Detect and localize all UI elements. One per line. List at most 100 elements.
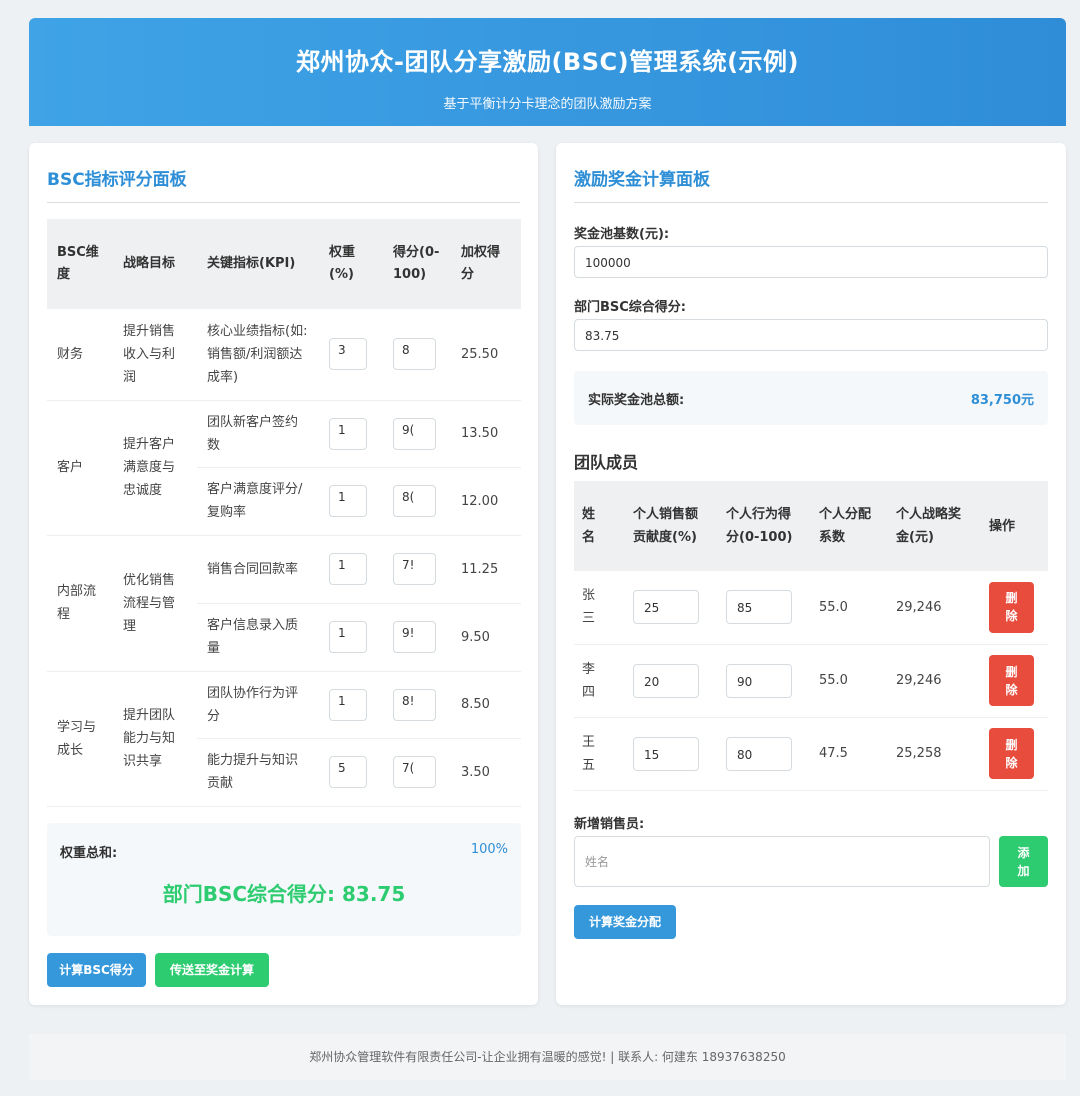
dimension-cell: 学习与成长 bbox=[47, 671, 113, 807]
col-action: 操作 bbox=[981, 481, 1048, 571]
weighted-cell: 9.50 bbox=[451, 603, 521, 672]
col-score: 得分(0-100) bbox=[383, 219, 451, 309]
weight-input[interactable]: 1 bbox=[329, 688, 367, 721]
weight-input[interactable]: 1 bbox=[329, 485, 367, 517]
col-weight: 权重(%) bbox=[319, 219, 383, 309]
weighted-cell: 12.00 bbox=[451, 467, 521, 536]
bonus-cell: 25,258 bbox=[888, 717, 981, 791]
score-input[interactable]: 9( bbox=[393, 417, 436, 450]
dept-score-input[interactable]: 83.75 bbox=[574, 319, 1048, 351]
page-subtitle: 基于平衡计分卡理念的团队激励方案 bbox=[443, 97, 652, 112]
weighted-cell: 25.50 bbox=[451, 309, 521, 401]
table-row: 李四 20 90 55.0 29,246 删除 bbox=[574, 644, 1048, 718]
team-section-title: 团队成员 bbox=[574, 453, 639, 472]
col-dimension: BSC维度 bbox=[47, 219, 113, 309]
delete-button[interactable]: 删除 bbox=[989, 581, 1034, 633]
pool-base-label: 奖金池基数(元): bbox=[574, 227, 670, 242]
kpi-cell: 销售合同回款率 bbox=[197, 535, 319, 604]
actual-pool-label: 实际奖金池总额: bbox=[588, 393, 685, 408]
team-table-header: 姓名 个人销售额贡献度(%) 个人行为得分(0-100) 个人分配系数 个人战略… bbox=[574, 481, 1048, 571]
col-kpi: 关键指标(KPI) bbox=[197, 219, 319, 309]
coef-cell: 55.0 bbox=[811, 644, 888, 718]
bsc-table: BSC维度 战略目标 关键指标(KPI) 权重(%) 得分(0-100) 加权得… bbox=[47, 219, 521, 807]
score-input[interactable]: 7! bbox=[393, 553, 436, 585]
dept-score-display: 部门BSC综合得分: 83.75 bbox=[162, 882, 406, 906]
actual-pool-box: 实际奖金池总额: 83,750元 bbox=[574, 371, 1048, 425]
weight-sum-label: 权重总和: bbox=[60, 846, 118, 861]
contribution-input[interactable]: 15 bbox=[633, 736, 699, 771]
score-input[interactable]: 8( bbox=[393, 485, 436, 517]
table-row: 财务 提升销售收入与利润 核心业绩指标(如:销售额/利润额达成率) 3 8 25… bbox=[47, 309, 521, 401]
col-contribution: 个人销售额贡献度(%) bbox=[625, 481, 718, 571]
bonus-panel: 激励奖金计算面板 奖金池基数(元): 100000 部门BSC综合得分: 83.… bbox=[556, 143, 1066, 1005]
bsc-panel-title: BSC指标评分面板 bbox=[47, 143, 520, 203]
bonus-cell: 29,246 bbox=[888, 644, 981, 718]
kpi-cell: 客户信息录入质量 bbox=[197, 603, 319, 672]
calc-bsc-button[interactable]: 计算BSC得分 bbox=[47, 953, 146, 987]
member-name: 王五 bbox=[582, 734, 596, 773]
score-input[interactable]: 8 bbox=[393, 338, 436, 371]
delete-button[interactable]: 删除 bbox=[989, 655, 1034, 706]
add-member-button[interactable]: 添加 bbox=[999, 836, 1048, 887]
kpi-cell: 团队协作行为评分 bbox=[197, 671, 319, 739]
weight-input[interactable]: 1 bbox=[329, 621, 367, 653]
table-row: 内部流程 优化销售流程与管理 销售合同回款率 1 7! 11.25 bbox=[47, 535, 521, 672]
calc-bonus-button[interactable]: 计算奖金分配 bbox=[574, 905, 676, 939]
kpi-cell: 能力提升与知识贡献 bbox=[197, 738, 319, 807]
weighted-cell: 11.25 bbox=[451, 535, 521, 604]
col-coef: 个人分配系数 bbox=[811, 481, 888, 571]
weighted-cell: 3.50 bbox=[451, 738, 521, 807]
contribution-input[interactable]: 20 bbox=[633, 663, 699, 698]
goal-cell: 提升团队能力与知识共享 bbox=[113, 671, 197, 807]
dimension-cell: 内部流程 bbox=[47, 535, 113, 672]
send-to-bonus-button[interactable]: 传送至奖金计算 bbox=[155, 953, 269, 987]
footer: 郑州协众管理软件有限责任公司-让企业拥有温暖的感觉! | 联系人: 何建东 18… bbox=[29, 1034, 1066, 1080]
score-input[interactable]: 7( bbox=[393, 756, 436, 788]
member-name: 李四 bbox=[582, 661, 596, 700]
weighted-cell: 8.50 bbox=[451, 671, 521, 739]
weight-sum-value: 100% bbox=[470, 842, 508, 857]
score-input[interactable]: 8! bbox=[393, 688, 436, 721]
bsc-table-header: BSC维度 战略目标 关键指标(KPI) 权重(%) 得分(0-100) 加权得… bbox=[47, 219, 521, 309]
kpi-cell: 团队新客户签约数 bbox=[197, 400, 319, 468]
kpi-cell: 核心业绩指标(如:销售额/利润额达成率) bbox=[197, 309, 319, 401]
weight-input[interactable]: 5 bbox=[329, 756, 367, 788]
weight-input[interactable]: 3 bbox=[329, 338, 367, 371]
actual-pool-value: 83,750元 bbox=[970, 393, 1034, 408]
table-row: 学习与成长 提升团队能力与知识共享 团队协作行为评分 1 8! 8.50 bbox=[47, 671, 521, 807]
col-weighted: 加权得分 bbox=[451, 219, 521, 309]
goal-cell: 提升客户满意度与忠诚度 bbox=[113, 400, 197, 536]
bonus-panel-title: 激励奖金计算面板 bbox=[574, 143, 1048, 203]
coef-cell: 55.0 bbox=[811, 571, 888, 645]
dimension-cell: 客户 bbox=[47, 400, 113, 536]
score-input[interactable]: 9! bbox=[393, 621, 436, 653]
coef-cell: 47.5 bbox=[811, 717, 888, 791]
behavior-input[interactable]: 85 bbox=[726, 590, 792, 625]
bsc-panel: BSC指标评分面板 BSC维度 战略目标 关键指标(KPI) 权重(%) 得分(… bbox=[29, 143, 538, 1005]
col-name: 姓名 bbox=[574, 481, 625, 571]
new-member-label: 新增销售员: bbox=[574, 817, 645, 832]
goal-cell: 优化销售流程与管理 bbox=[113, 535, 197, 672]
team-table: 姓名 个人销售额贡献度(%) 个人行为得分(0-100) 个人分配系数 个人战略… bbox=[574, 481, 1048, 791]
goal-cell: 提升销售收入与利润 bbox=[113, 309, 197, 401]
table-row: 客户 提升客户满意度与忠诚度 团队新客户签约数 1 9( 13.50 bbox=[47, 400, 521, 536]
new-member-name-input[interactable]: 姓名 bbox=[574, 836, 990, 887]
weight-input[interactable]: 1 bbox=[329, 553, 367, 585]
weight-input[interactable]: 1 bbox=[329, 417, 367, 450]
table-row: 张三 25 85 55.0 29,246 删除 bbox=[574, 571, 1048, 645]
dimension-cell: 财务 bbox=[47, 309, 113, 401]
member-name: 张三 bbox=[582, 588, 596, 627]
bsc-summary: 权重总和: 100% 部门BSC综合得分: 83.75 bbox=[47, 823, 521, 936]
page-title: 郑州协众-团队分享激励(BSC)管理系统(示例) bbox=[295, 48, 800, 76]
bonus-cell: 29,246 bbox=[888, 571, 981, 645]
col-goal: 战略目标 bbox=[113, 219, 197, 309]
contribution-input[interactable]: 25 bbox=[633, 590, 699, 625]
delete-button[interactable]: 删除 bbox=[989, 728, 1034, 779]
behavior-input[interactable]: 80 bbox=[726, 736, 792, 771]
app-header: 郑州协众-团队分享激励(BSC)管理系统(示例) 基于平衡计分卡理念的团队激励方… bbox=[29, 18, 1066, 126]
dept-score-label: 部门BSC综合得分: bbox=[574, 300, 687, 315]
pool-base-input[interactable]: 100000 bbox=[574, 246, 1048, 278]
kpi-cell: 客户满意度评分/复购率 bbox=[197, 467, 319, 536]
behavior-input[interactable]: 90 bbox=[726, 663, 792, 698]
col-bonus: 个人战略奖金(元) bbox=[888, 481, 981, 571]
